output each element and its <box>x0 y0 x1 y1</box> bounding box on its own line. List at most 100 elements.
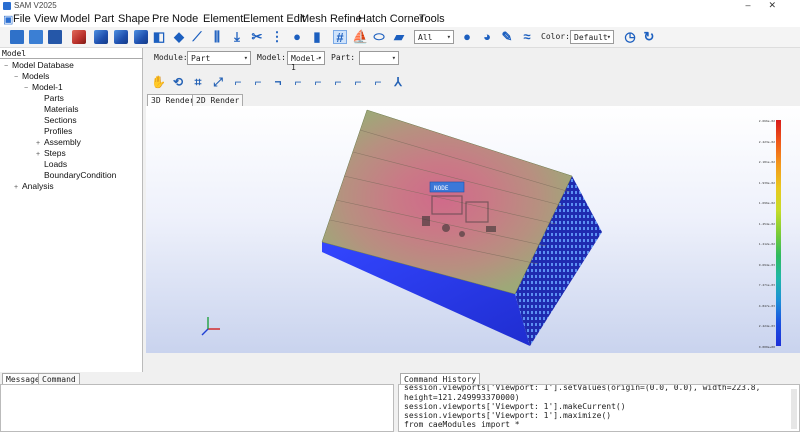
download-icon[interactable]: ⤓ <box>230 30 244 44</box>
tree-item-parts[interactable]: Parts <box>36 93 64 103</box>
quarter-sphere-icon[interactable]: ◕ <box>480 30 494 44</box>
point-icon[interactable]: ● <box>290 30 304 44</box>
tree-item-models[interactable]: − Models <box>14 71 49 81</box>
rotate-icon[interactable]: ⟲ <box>171 75 185 89</box>
fit-view-icon[interactable]: ⤢ <box>211 75 225 89</box>
expand-icon[interactable]: + <box>36 140 44 147</box>
fill-icon[interactable]: ◆ <box>172 30 186 44</box>
wire-cube-icon[interactable] <box>114 30 128 44</box>
filter-select[interactable]: All ▾ <box>414 30 454 44</box>
cylinder-icon[interactable]: ▮ <box>310 30 324 44</box>
node-icon[interactable]: ⋮ <box>270 30 284 44</box>
new-file-icon[interactable] <box>10 30 24 44</box>
part-cube-icon[interactable] <box>72 30 86 44</box>
menu-element[interactable]: Element <box>203 13 243 25</box>
tab-2d-render[interactable]: 2D Render <box>192 94 244 106</box>
title-bar: SAM V2025 –✕ <box>0 0 800 12</box>
menu-mesh-refine[interactable]: Mesh Refine <box>300 13 362 25</box>
open-folder-icon[interactable] <box>29 30 43 44</box>
view-back-icon[interactable]: ⌐ <box>251 75 265 89</box>
menu-node[interactable]: Node <box>172 13 198 25</box>
solid-cube-icon[interactable] <box>134 30 148 44</box>
menu-tools[interactable]: Tools <box>419 13 445 25</box>
view-left-icon[interactable]: ⌐ <box>311 75 325 89</box>
menu-file[interactable]: File <box>13 13 31 25</box>
view-reset-icon[interactable]: ⌐ <box>371 75 385 89</box>
menu-part[interactable]: Part <box>94 13 114 25</box>
close-icon[interactable]: ✕ <box>768 0 794 10</box>
tree-item-sections[interactable]: Sections <box>36 115 77 125</box>
model-select[interactable]: Model-1 ▾ <box>287 51 325 72</box>
history-icon[interactable]: ◷ <box>623 30 637 44</box>
refresh-icon[interactable]: ↻ <box>642 30 656 44</box>
tree-item-assembly[interactable]: + Assembly <box>36 137 81 147</box>
module-label: Module: <box>154 53 188 62</box>
menu-hatch-corner[interactable]: Hatch Corner <box>358 13 423 25</box>
legend-value: 2.424e-03 <box>758 324 775 329</box>
shaded-cube-icon[interactable] <box>94 30 108 44</box>
view-iso-icon[interactable]: ⌐ <box>351 75 365 89</box>
split-icon[interactable]: ⫼ <box>210 30 224 44</box>
cut-icon[interactable]: ✂ <box>250 30 264 44</box>
module-select[interactable]: Part ▾ <box>187 51 251 65</box>
tree-item-loads[interactable]: Loads <box>36 159 67 169</box>
color-label: Color: <box>541 32 570 41</box>
collapse-icon[interactable]: − <box>24 85 32 92</box>
menu-pre[interactable]: Pre <box>152 13 169 25</box>
render-tabs: 3D Render 2D Render <box>147 94 800 106</box>
tree-item-analysis[interactable]: + Analysis <box>14 181 54 191</box>
view-front-icon[interactable]: ⌐ <box>231 75 245 89</box>
tree-item-label: Loads <box>44 159 68 169</box>
hull-icon[interactable]: ⛵ <box>352 30 368 44</box>
tree-item-label: BoundaryCondition <box>44 170 117 180</box>
legend-value: 2.181e-02 <box>758 160 775 165</box>
minimize-icon[interactable]: – <box>745 0 768 10</box>
expand-icon[interactable]: + <box>36 151 44 158</box>
divider <box>0 58 143 59</box>
view-bottom-icon[interactable]: ⌐ <box>291 75 305 89</box>
sphere-icon[interactable]: ● <box>460 30 474 44</box>
history-scrollbar[interactable] <box>791 389 797 429</box>
legend-value: 4.847e-03 <box>758 303 775 308</box>
history-line: height=121.249993370000) <box>404 393 520 402</box>
color-select-value: Default <box>574 33 608 42</box>
surface-icon[interactable]: ◧ <box>152 30 166 44</box>
probe-label: NODE <box>434 185 449 192</box>
color-select[interactable]: Default ▾ <box>570 30 614 44</box>
window-controls[interactable]: –✕ <box>745 0 794 11</box>
grid-icon[interactable]: # <box>333 30 347 45</box>
tab-3d-render[interactable]: 3D Render <box>147 94 199 106</box>
render-viewport[interactable]: NODE 2.666e-02 2.423e-02 2.181e-02 1.939e-0… <box>146 106 800 353</box>
axes-icon[interactable]: ⅄ <box>391 75 405 89</box>
tree-item-model-1[interactable]: − Model-1 <box>24 82 63 92</box>
tree-item-profiles[interactable]: Profiles <box>36 126 72 136</box>
ticket-icon[interactable]: ▰ <box>392 30 406 44</box>
command-history-box[interactable]: session.viewports['Viewport: 1'].setValu… <box>398 384 800 432</box>
menu-view[interactable]: View <box>34 13 58 25</box>
legend-value: 2.666e-02 <box>758 119 775 123</box>
ellipse-icon[interactable]: ⬭ <box>372 30 386 44</box>
collapse-icon[interactable]: − <box>14 74 22 81</box>
view-top-icon[interactable]: ¬ <box>271 75 285 89</box>
tree-item-materials[interactable]: Materials <box>36 104 78 114</box>
tree-item-label: Materials <box>44 104 79 114</box>
menu-model[interactable]: Model <box>60 13 90 25</box>
tree-item-steps[interactable]: + Steps <box>36 148 66 158</box>
menu-element-edit[interactable]: Element Edit <box>243 13 305 25</box>
zoom-box-icon[interactable]: ⌗ <box>191 75 205 89</box>
wrench-icon[interactable]: ✎ <box>500 30 514 44</box>
diagonal-line-icon[interactable]: ⟋ <box>190 30 204 44</box>
tree-item-model-database[interactable]: − Model Database <box>4 60 74 70</box>
message-box[interactable] <box>0 384 394 432</box>
pan-hand-icon[interactable]: ✋ <box>151 75 166 89</box>
snake-icon[interactable]: ≈ <box>520 30 534 44</box>
app-menu-icon[interactable]: ▣ <box>3 13 13 26</box>
tree-item-label: Sections <box>44 115 77 125</box>
view-right-icon[interactable]: ⌐ <box>331 75 345 89</box>
expand-icon[interactable]: + <box>14 184 22 191</box>
menu-shape[interactable]: Shape <box>118 13 150 25</box>
part-select[interactable]: ▾ <box>359 51 399 65</box>
tree-item-boundary-condition[interactable]: BoundaryCondition <box>36 170 116 180</box>
save-icon[interactable] <box>48 30 62 44</box>
collapse-icon[interactable]: − <box>4 63 12 70</box>
